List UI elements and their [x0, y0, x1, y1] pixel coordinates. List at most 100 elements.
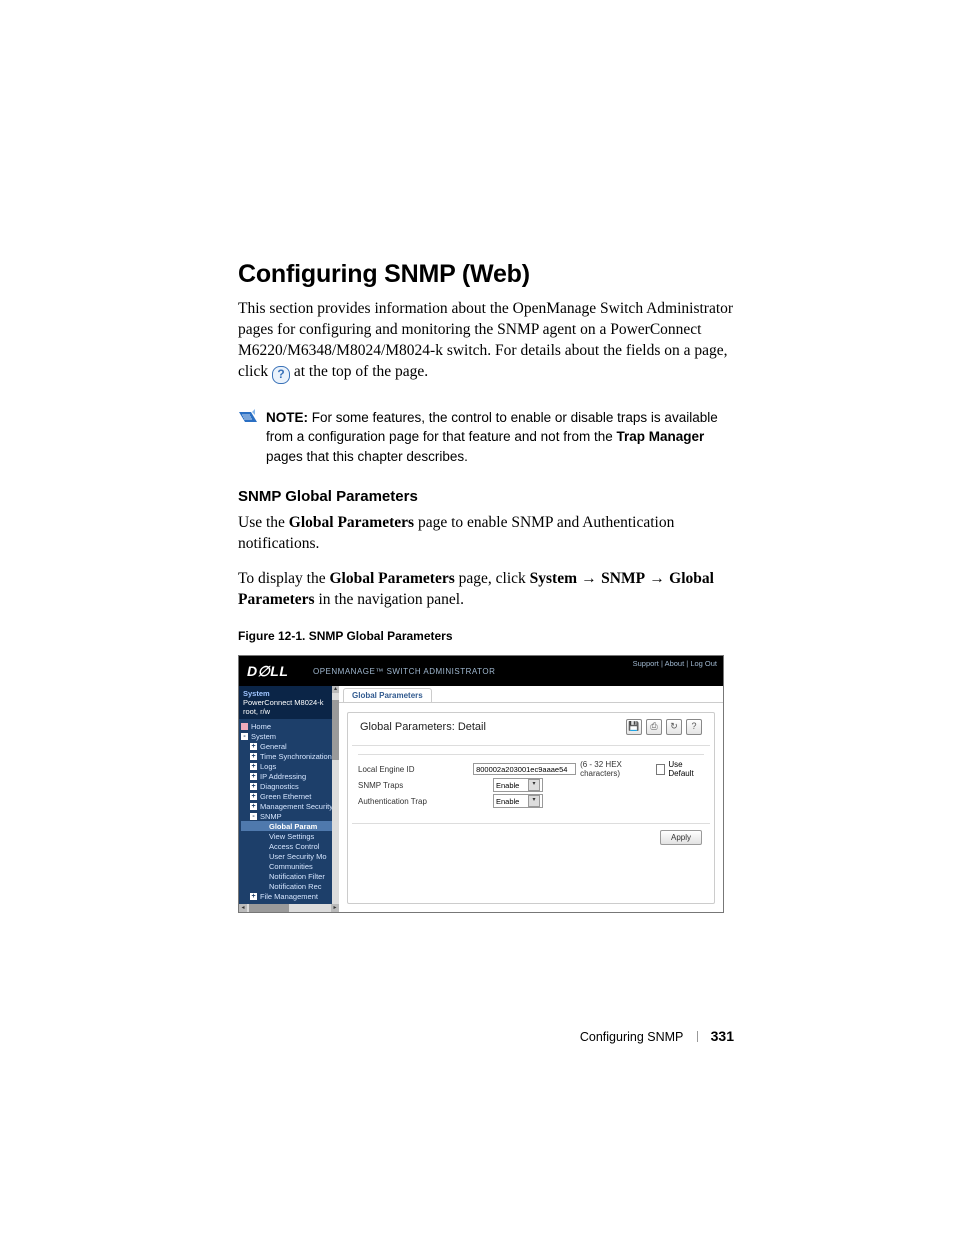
- apply-button[interactable]: Apply: [660, 830, 702, 845]
- auth-trap-value: Enable: [496, 797, 519, 806]
- footer-section: Configuring SNMP: [580, 1030, 684, 1044]
- tree-item[interactable]: +Time Synchronization: [241, 751, 339, 761]
- page-number: 331: [711, 1028, 734, 1044]
- print-icon[interactable]: ⎙: [646, 719, 662, 735]
- sidebar: System PowerConnect M8024-k root, r/w Ho…: [239, 686, 339, 912]
- tab-global-parameters[interactable]: Global Parameters: [343, 688, 432, 702]
- sidebar-head-system: System: [243, 689, 335, 698]
- snmp-traps-select[interactable]: Enable ▾: [493, 778, 543, 792]
- text-bold: Global Parameters: [329, 570, 454, 587]
- top-links: Support | About | Log Out: [633, 659, 717, 668]
- tree-item-label: Home: [251, 722, 271, 731]
- collapse-icon[interactable]: -: [241, 733, 248, 740]
- paragraph-1: Use the Global Parameters page to enable…: [238, 513, 734, 555]
- tab-border: [339, 702, 723, 703]
- note-body-2: pages that this chapter describes.: [266, 449, 468, 464]
- sidebar-vscrollbar[interactable]: ▴ ▾: [332, 686, 339, 912]
- sidebar-head-device: PowerConnect M8024-k: [243, 698, 335, 707]
- app-window: D∅LL OPENMANAGE™ SWITCH ADMINISTRATOR Su…: [238, 655, 724, 913]
- tree-item-label: Access Control: [269, 842, 319, 851]
- nav-snmp: SNMP: [601, 570, 645, 587]
- scroll-left-icon[interactable]: ◂: [239, 904, 247, 912]
- tree-item[interactable]: User Security Mo: [241, 851, 339, 861]
- logout-link[interactable]: Log Out: [690, 659, 717, 668]
- about-link[interactable]: About: [665, 659, 685, 668]
- engine-id-input[interactable]: [473, 763, 576, 775]
- expand-icon[interactable]: +: [250, 793, 257, 800]
- app-title: OPENMANAGE™ SWITCH ADMINISTRATOR: [313, 667, 495, 676]
- help-icon: ?: [272, 366, 290, 384]
- intro-paragraph: This section provides information about …: [238, 299, 734, 384]
- expand-icon[interactable]: +: [250, 763, 257, 770]
- detail-panel: Global Parameters: Detail 💾 ⎙ ↻ ? Local …: [347, 712, 715, 904]
- panel-title: Global Parameters: Detail: [360, 721, 486, 733]
- tree-item[interactable]: View Settings: [241, 831, 339, 841]
- tree-item-label: SNMP: [260, 812, 282, 821]
- use-default-checkbox[interactable]: [656, 764, 666, 775]
- scroll-up-icon[interactable]: ▴: [332, 686, 339, 693]
- figure-caption: Figure 12-1. SNMP Global Parameters: [238, 629, 734, 643]
- text: To display the: [238, 570, 329, 587]
- expand-icon[interactable]: +: [250, 783, 257, 790]
- save-icon[interactable]: 💾: [626, 719, 642, 735]
- tree-item[interactable]: Home: [241, 721, 339, 731]
- tree-item[interactable]: Notification Filter: [241, 871, 339, 881]
- expand-icon[interactable]: +: [250, 753, 257, 760]
- tree-item[interactable]: Notification Rec: [241, 881, 339, 891]
- sidebar-hscrollbar[interactable]: ◂ ▸: [239, 904, 339, 912]
- expand-icon[interactable]: +: [250, 773, 257, 780]
- tree-item[interactable]: +IP Addressing: [241, 771, 339, 781]
- hscroll-thumb[interactable]: [249, 904, 289, 912]
- snmp-traps-value: Enable: [496, 781, 519, 790]
- snmp-traps-label: SNMP Traps: [358, 781, 493, 790]
- tree-item-label: Management Security: [260, 802, 333, 811]
- auth-trap-label: Authentication Trap: [358, 797, 493, 806]
- note-icon: [238, 409, 258, 425]
- sidebar-head-user: root, r/w: [243, 707, 335, 716]
- page-footer: Configuring SNMP 331: [0, 1028, 954, 1045]
- note-label: NOTE:: [266, 410, 312, 425]
- tree-item[interactable]: -System: [241, 731, 339, 741]
- tree-item[interactable]: Access Control: [241, 841, 339, 851]
- text: Use the: [238, 514, 289, 531]
- dell-logo: D∅LL: [239, 663, 307, 680]
- tree-item[interactable]: +Diagnostics: [241, 781, 339, 791]
- tree-item-label: Green Ethernet: [260, 792, 311, 801]
- tree-item-label: Notification Rec: [269, 882, 322, 891]
- paragraph-2: To display the Global Parameters page, c…: [238, 569, 734, 611]
- tree-item-label: Logs: [260, 762, 276, 771]
- tree-item[interactable]: +File Management: [241, 891, 339, 901]
- tree-item-label: File Management: [260, 892, 318, 901]
- collapse-icon[interactable]: -: [250, 813, 257, 820]
- tree-item-label: User Security Mo: [269, 852, 327, 861]
- app-header: D∅LL OPENMANAGE™ SWITCH ADMINISTRATOR Su…: [239, 656, 723, 686]
- expand-icon[interactable]: +: [250, 743, 257, 750]
- tree-item[interactable]: Global Param: [241, 821, 339, 831]
- scroll-right-icon[interactable]: ▸: [331, 904, 339, 912]
- tree-item[interactable]: +Management Security: [241, 801, 339, 811]
- tree-item-label: View Settings: [269, 832, 314, 841]
- tree-item[interactable]: +Logs: [241, 761, 339, 771]
- help-icon[interactable]: ?: [686, 719, 702, 735]
- tree-item[interactable]: +General: [241, 741, 339, 751]
- footer-divider: [697, 1031, 698, 1042]
- tree-item-label: IP Addressing: [260, 772, 306, 781]
- expand-icon[interactable]: +: [250, 803, 257, 810]
- tree-item[interactable]: -SNMP: [241, 811, 339, 821]
- refresh-icon[interactable]: ↻: [666, 719, 682, 735]
- auth-trap-select[interactable]: Enable ▾: [493, 794, 543, 808]
- tree-item-label: Notification Filter: [269, 872, 325, 881]
- text-bold: Global Parameters: [289, 514, 414, 531]
- tree-item-label: General: [260, 742, 287, 751]
- tree-item[interactable]: +Green Ethernet: [241, 791, 339, 801]
- expand-icon[interactable]: +: [250, 893, 257, 900]
- tree-item[interactable]: Communities: [241, 861, 339, 871]
- text: in the navigation panel.: [315, 591, 464, 608]
- chevron-down-icon: ▾: [528, 779, 540, 791]
- tree-item-label: Global Param: [269, 822, 317, 831]
- support-link[interactable]: Support: [633, 659, 659, 668]
- tree-item-label: Diagnostics: [260, 782, 299, 791]
- scroll-thumb[interactable]: [332, 700, 339, 760]
- nav-system: System: [530, 570, 577, 587]
- engine-id-hint: (6 - 32 HEX characters): [580, 760, 652, 778]
